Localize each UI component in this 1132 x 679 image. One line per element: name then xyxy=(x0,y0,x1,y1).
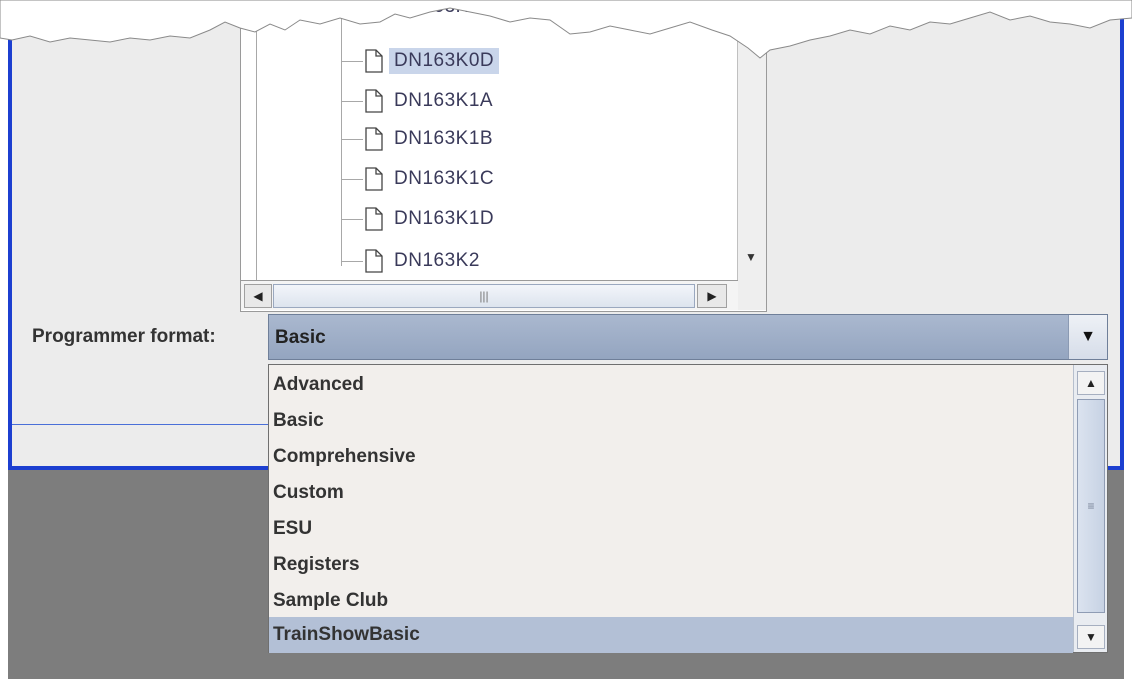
scroll-right-icon[interactable]: ▶ xyxy=(697,284,727,308)
dropdown-option-custom[interactable]: Custom xyxy=(269,475,1073,511)
dropdown-scrollbar[interactable]: ▲ ≡ ▼ xyxy=(1073,365,1107,652)
tree-item-label: DN163K1A xyxy=(394,90,494,111)
dropdown-option-sample-club[interactable]: Sample Club xyxy=(269,583,1073,619)
tree-item[interactable]: DN163K2 xyxy=(341,246,485,276)
dropdown-option-basic[interactable]: Basic xyxy=(269,403,1073,439)
tree-item[interactable]: DN163K1C xyxy=(341,164,499,194)
scroll-down-icon[interactable]: ▼ xyxy=(1077,625,1105,649)
file-icon xyxy=(365,89,383,113)
tree-connector xyxy=(341,218,363,220)
tree-item-label: DN163K1B xyxy=(394,128,494,149)
tree-connector xyxy=(341,138,363,140)
programmer-format-select[interactable]: Basic ▼ xyxy=(268,314,1108,360)
scroll-left-icon[interactable]: ◀ xyxy=(244,284,272,308)
tree-item[interactable]: DN163K1D xyxy=(341,204,499,234)
tree-item-label: DN163K1D xyxy=(394,208,495,229)
file-icon xyxy=(365,127,383,151)
tree-connector xyxy=(341,100,363,102)
programmer-format-value: Basic xyxy=(275,327,326,348)
separator-line xyxy=(12,424,270,425)
tree-item[interactable]: DN163K1A xyxy=(341,86,498,116)
scroll-corner xyxy=(738,280,766,310)
dropdown-option-trainshowbasic[interactable]: TrainShowBasic xyxy=(269,617,1073,653)
tree-connector xyxy=(341,260,363,262)
file-icon xyxy=(365,167,383,191)
tree-item-label: DN163K2 xyxy=(394,250,480,271)
scroll-thumb[interactable]: ≡ xyxy=(1077,399,1105,613)
dropdown-option-esu[interactable]: ESU xyxy=(269,511,1073,547)
programmer-format-dropdown[interactable]: Advanced Basic Comprehensive Custom ESU … xyxy=(268,364,1108,653)
scroll-down-icon[interactable]: ▼ xyxy=(740,246,762,268)
dropdown-option-comprehensive[interactable]: Comprehensive xyxy=(269,439,1073,475)
dropdown-option-advanced[interactable]: Advanced xyxy=(269,367,1073,403)
scroll-thumb[interactable]: ||| xyxy=(273,284,695,308)
torn-edge-decoration xyxy=(0,0,1132,59)
scroll-up-icon[interactable]: ▲ xyxy=(1077,371,1105,395)
tree-horizontal-scrollbar[interactable]: ◀ ||| ▶ xyxy=(241,280,738,310)
file-icon xyxy=(365,207,383,231)
tree-item[interactable]: DN163K1B xyxy=(341,124,498,154)
chevron-down-icon[interactable]: ▼ xyxy=(1068,315,1107,359)
programmer-format-label: Programmer format: xyxy=(32,326,216,347)
tree-connector xyxy=(341,178,363,180)
file-icon xyxy=(365,249,383,273)
dropdown-option-registers[interactable]: Registers xyxy=(269,547,1073,583)
tree-item-label: DN163K1C xyxy=(394,168,495,189)
